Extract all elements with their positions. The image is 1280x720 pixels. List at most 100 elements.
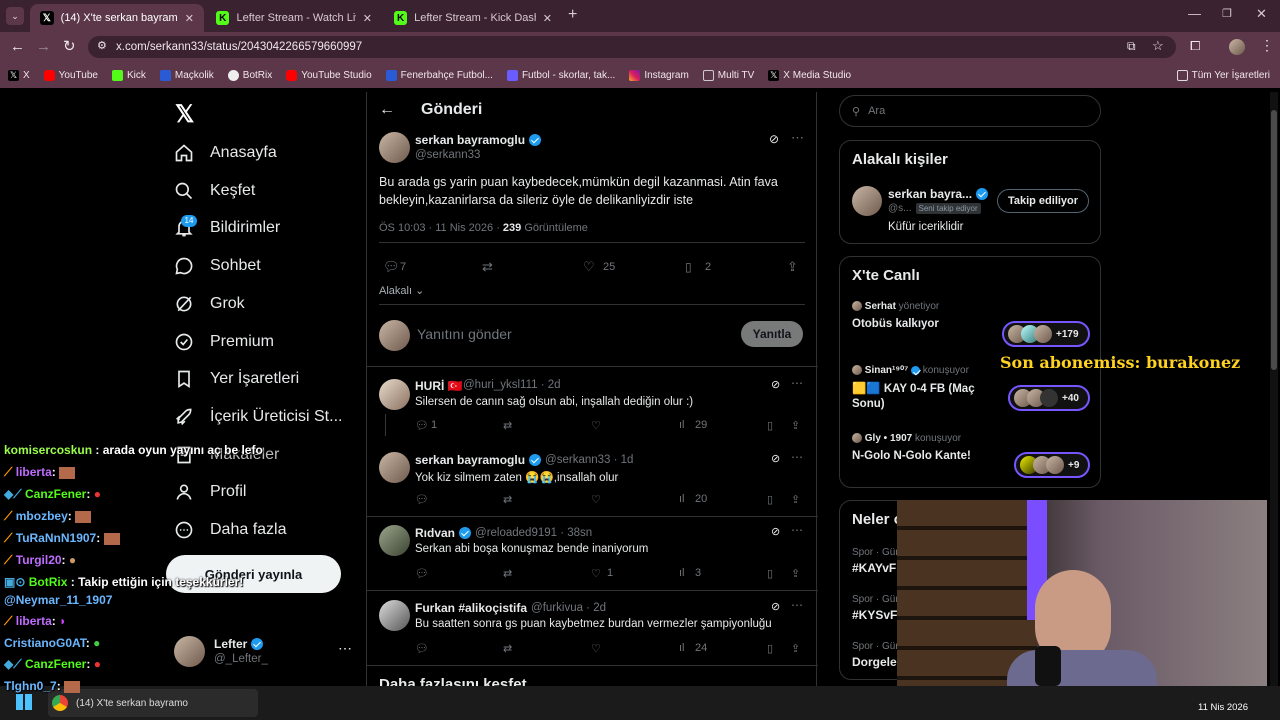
repost-icon[interactable]: ⇄	[503, 642, 512, 655]
site-settings-icon[interactable]: ⚙	[97, 39, 107, 52]
reply-author[interactable]: Rıdvan	[415, 526, 455, 540]
person-name[interactable]: serkan bayra...	[888, 187, 972, 201]
bookmark-kick[interactable]: Kick	[111, 69, 146, 81]
bookmark-icon[interactable]: ▯	[767, 642, 773, 655]
nav-explore[interactable]: Keşfet	[174, 176, 255, 206]
like-icon[interactable]: ♡	[591, 493, 601, 506]
close-tab-icon[interactable]: ✕	[185, 12, 194, 25]
bookmark-icon[interactable]: ▯	[767, 567, 773, 580]
more-icon[interactable]: ⋯	[791, 376, 803, 390]
repost-icon[interactable]: ⇄	[482, 259, 493, 275]
nav-premium[interactable]: Premium	[174, 327, 274, 357]
more-icon[interactable]: ⋯	[791, 523, 803, 537]
back-arrow-icon[interactable]: ←	[379, 101, 395, 119]
share-icon[interactable]: ⇪	[791, 642, 800, 655]
grok-icon[interactable]: ⊘	[771, 378, 780, 391]
reply-author[interactable]: Furkan #alikoçistifa	[415, 601, 527, 615]
bookmark-fenerbahce[interactable]: Fenerbahçe Futbol...	[385, 69, 493, 81]
post-author-avatar[interactable]	[379, 132, 410, 163]
reply-icon[interactable]: 💬︎	[415, 419, 429, 432]
reply-author[interactable]: serkan bayramoglu	[415, 453, 525, 467]
grok-explain-icon[interactable]: ⊘	[769, 132, 779, 146]
more-icon[interactable]: ⋯	[791, 450, 803, 464]
account-switcher[interactable]: Lefter @_Lefter_ ⋯	[174, 634, 356, 670]
reply-input[interactable]: Yanıtını gönder	[417, 326, 512, 342]
chrome-taskbar-item[interactable]: (14) X'te serkan bayramo	[48, 689, 258, 717]
reply-icon[interactable]: 💬︎	[415, 642, 429, 655]
more-icon[interactable]: ⋯	[338, 640, 352, 657]
address-bar[interactable]: x.com/serkann33/status/20430422665796609…	[88, 36, 1176, 58]
share-icon[interactable]: ⇪	[791, 567, 800, 580]
bookmark-botrix[interactable]: BotRix	[227, 69, 272, 81]
new-tab-icon[interactable]: +	[568, 6, 577, 24]
bookmark-youtube[interactable]: YouTube	[43, 69, 98, 81]
close-window-icon[interactable]: ✕	[1256, 6, 1267, 22]
live-space[interactable]: Sinan¹⁹⁰⁷ konuşuyor 🟨🟦 KAY 0-4 FB (Maç S…	[852, 365, 1092, 421]
more-icon[interactable]: ⋯	[791, 598, 803, 612]
share-icon[interactable]: ⇪	[791, 419, 800, 432]
views-icon[interactable]: ıl	[679, 419, 685, 431]
nav-chat[interactable]: Sohbet	[174, 251, 261, 281]
bookmark-star-icon[interactable]: ☆	[1152, 38, 1164, 54]
close-tab-icon[interactable]: ✕	[363, 12, 372, 25]
restore-icon[interactable]: ❐	[1222, 7, 1232, 20]
grok-icon[interactable]: ⊘	[771, 600, 780, 613]
nav-grok[interactable]: Grok	[174, 289, 245, 319]
bookmark-x-media-studio[interactable]: 𝕏X Media Studio	[768, 69, 851, 81]
forward-icon[interactable]: →	[36, 38, 51, 55]
install-icon[interactable]: ⧉	[1127, 39, 1136, 54]
reply-button[interactable]: Yanıtla	[741, 321, 803, 347]
repost-icon[interactable]: ⇄	[503, 419, 512, 432]
bookmark-mackolik[interactable]: Maçkolik	[159, 69, 214, 81]
x-logo-icon[interactable]: 𝕏	[175, 100, 194, 129]
nav-more[interactable]: Daha fazla	[174, 515, 287, 545]
reply-item[interactable]: Rıdvan @reloaded9191 · 38sn ⊘ ⋯ Serkan a…	[367, 517, 818, 591]
reply-author[interactable]: HURİ 🇹🇷	[415, 379, 463, 393]
bookmark-futbol[interactable]: Futbol - skorlar, tak...	[506, 69, 615, 81]
grok-icon[interactable]: ⊘	[771, 525, 780, 538]
post-author-name[interactable]: serkan bayramoglu	[415, 133, 525, 147]
share-icon[interactable]: ⇪	[791, 493, 800, 506]
bookmark-instagram[interactable]: Instagram	[629, 69, 689, 81]
nav-profile[interactable]: Profil	[174, 477, 246, 507]
repost-icon[interactable]: ⇄	[503, 567, 512, 580]
menu-icon[interactable]: ⋮	[1260, 37, 1274, 54]
minimize-icon[interactable]: —	[1188, 6, 1201, 21]
tab-kick-dashboard[interactable]: K Lefter Stream - Kick Dashboard ✕	[384, 4, 562, 32]
tab-kick-live[interactable]: K Lefter Stream - Watch Live on K ✕	[206, 4, 382, 32]
trend-item[interactable]: Spor · Gün Dorgeles	[852, 641, 903, 669]
extensions-icon[interactable]: ⧠	[1190, 38, 1200, 54]
reply-item[interactable]: Furkan #alikoçistifa @furkivua · 2d ⊘ ⋯ …	[367, 591, 818, 665]
repost-icon[interactable]: ⇄	[503, 493, 512, 506]
reply-icon[interactable]: 💬︎	[415, 493, 429, 506]
like-icon[interactable]: ♡	[583, 259, 595, 275]
reply-icon[interactable]: 💬︎	[415, 567, 429, 580]
bookmark-icon[interactable]: ▯	[685, 260, 692, 274]
system-clock[interactable]: 11 Nis 2026	[1198, 702, 1248, 713]
nav-bookmarks[interactable]: Yer İşaretleri	[174, 364, 299, 394]
bookmark-youtube-studio[interactable]: YouTube Studio	[286, 69, 372, 81]
share-icon[interactable]: ⇪	[787, 259, 798, 275]
like-icon[interactable]: ♡	[591, 642, 601, 655]
following-button[interactable]: Takip ediliyor	[997, 189, 1089, 213]
views-icon[interactable]: ıl	[679, 642, 685, 654]
live-space[interactable]: Serhat yönetiyor Otobüs kalkıyor +179	[852, 301, 1092, 349]
tab-x-post[interactable]: 𝕏 (14) X'te serkan bayramoglu: "B ✕	[30, 4, 204, 32]
reply-item[interactable]: serkan bayramoglu @serkann33 · 1d ⊘ ⋯ Yo…	[367, 442, 818, 516]
post-more-icon[interactable]: ⋯	[791, 130, 804, 146]
start-icon[interactable]	[16, 694, 32, 710]
reply-icon[interactable]: 💬︎	[383, 259, 400, 275]
close-tab-icon[interactable]: ✕	[543, 12, 552, 25]
back-icon[interactable]: ←	[10, 38, 25, 55]
bookmark-icon[interactable]: ▯	[767, 493, 773, 506]
like-icon[interactable]: ♡	[591, 567, 601, 580]
reload-icon[interactable]: ↻	[63, 37, 76, 55]
search-box[interactable]: ⚲ Ara	[839, 95, 1101, 127]
profile-avatar[interactable]	[1229, 39, 1245, 55]
all-bookmarks[interactable]: Tüm Yer İşaretleri	[1176, 69, 1270, 81]
grok-icon[interactable]: ⊘	[771, 452, 780, 465]
sort-dropdown[interactable]: Alakalı ⌄	[379, 284, 424, 297]
like-icon[interactable]: ♡	[591, 419, 601, 432]
scrollbar-thumb[interactable]	[1271, 110, 1277, 370]
nav-home[interactable]: Anasayfa	[174, 138, 277, 168]
